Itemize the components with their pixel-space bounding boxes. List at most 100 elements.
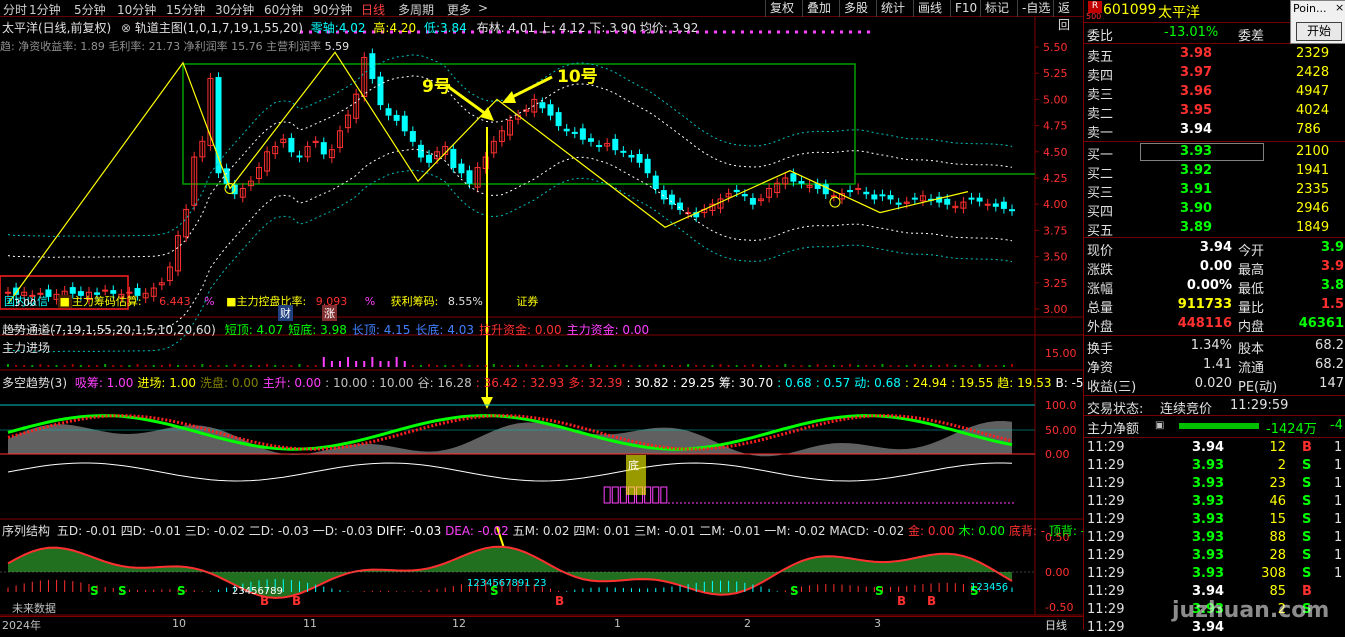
mainforce-bar (104, 364, 107, 367)
stat-label-chips: 主力筹码 (71, 295, 116, 308)
period-tab-0[interactable]: 分时 (3, 1, 27, 18)
stat-label-estimate: 估算: (115, 295, 142, 308)
mainforce-bar (727, 365, 730, 367)
period-tab-1[interactable]: 1分钟 (29, 1, 61, 18)
candles-group (5, 48, 1015, 305)
arrow-9-line (445, 83, 491, 119)
mainforce-bar (857, 365, 860, 367)
buy-row-1[interactable]: 买二 3.92 1941 (1084, 162, 1345, 182)
mainforce-bar (249, 365, 252, 367)
ls-item-3: 主升: 0.00 (262, 376, 322, 390)
main-force-title[interactable]: 主力进场 (2, 339, 50, 356)
sell-row-4[interactable]: 卖一 3.94 786 (1084, 121, 1345, 141)
tick-side: S (1302, 476, 1312, 491)
stat-label-2: 量比 (1238, 301, 1265, 316)
sell-row-1[interactable]: 卖四 3.97 2428 (1084, 64, 1345, 84)
long-short-header: 多空趋势(3) 吸筹: 1.00 进场: 1.00 洗盘: 0.00 主升: 0.00… (2, 374, 1103, 391)
mainforce-bar (614, 365, 617, 367)
stat-label-2: 最高 (1238, 263, 1265, 278)
mainforce-bar (541, 365, 544, 367)
buy1-highlight-box (1140, 143, 1264, 161)
period-tab-multi[interactable]: 多周期 (398, 1, 434, 18)
rise-marker[interactable]: 涨 (322, 305, 337, 321)
f10-button[interactable]: F10 (950, 0, 981, 17)
watchlist-button[interactable]: -自选 (1017, 0, 1054, 17)
mainforce-bar (444, 365, 447, 367)
mainforce-bar (557, 364, 560, 367)
main-bottom-stats: 国内以信 ■ 主力筹码估算: 6.443 % ■主力控盘比率: 9.093 % 获… (4, 295, 539, 308)
popup-title: Poin... (1293, 2, 1327, 15)
mark-button[interactable]: 标记 (980, 0, 1013, 17)
period-tab-7[interactable]: 90分钟 (313, 1, 352, 18)
overlay-button[interactable]: 叠加 (802, 0, 835, 17)
period-tab-2[interactable]: 5分钟 (74, 1, 106, 18)
period-tab-active[interactable]: 日线 (361, 1, 385, 18)
index-mark: 500 (1086, 12, 1102, 21)
tick-price: 3.93 (1192, 458, 1225, 473)
sell-row-0[interactable]: 卖五 3.98 2329 (1084, 45, 1345, 65)
sell-row-2[interactable]: 卖三 3.96 4947 (1084, 83, 1345, 103)
popup-start-button[interactable]: 开始 (1296, 22, 1342, 41)
y-tick-label: 3.25 (1043, 277, 1068, 290)
buy-row-3[interactable]: 买四 3.90 2946 (1084, 200, 1345, 220)
stock-name: 太平洋 (1158, 5, 1200, 21)
mainforce-bar (120, 365, 123, 367)
y-tick-label: 4.25 (1043, 172, 1068, 185)
trend-title[interactable]: 趋势通道(7,19,1,55,20,1,5,10,20,60) (2, 323, 216, 337)
time-label-5: 2 (744, 617, 751, 630)
ls-item-9: 多: 32.39 (568, 376, 623, 390)
buy-row-4[interactable]: 买五 3.89 1849 (1084, 219, 1345, 239)
ls-y-tick-label: 0.00 (1045, 448, 1070, 461)
long-short-title[interactable]: 多空趋势(3) (2, 376, 67, 390)
popup-close-icon[interactable]: × (1335, 1, 1344, 14)
indicator-name[interactable]: 轨道主图(1,0,1,7,19,1,55,20) (135, 21, 303, 35)
quote-panel: R 500 601099 太平洋 委比 -13.01% 委差 卖五 3.98 232… (1083, 0, 1345, 635)
candle-body (968, 197, 975, 200)
mainforce-bar (792, 365, 795, 367)
y-tick-label: 4.50 (1043, 146, 1068, 159)
period-tab-4[interactable]: 15分钟 (166, 1, 205, 18)
seq-count-text3: 23456789 (232, 586, 283, 597)
mainforce-bar (994, 365, 997, 367)
sequence-title[interactable]: 序列结构 (2, 524, 50, 538)
buy-row-2[interactable]: 买三 3.91 2335 (1084, 181, 1345, 201)
net-flow-dropdown-icon[interactable]: ▣ (1155, 420, 1164, 431)
tick-side: S (1302, 566, 1312, 581)
back-button[interactable]: 返回 (1053, 0, 1083, 32)
settings-gear-icon[interactable]: ⊗ (121, 21, 131, 35)
tick-price: 3.94 (1192, 440, 1225, 455)
tick-row: 11:29 3.93 28 S 1 (1084, 547, 1345, 565)
mainforce-bar (492, 364, 495, 367)
period-tab-more[interactable]: 更多 (447, 1, 471, 18)
mainforce-bar (606, 365, 609, 367)
statistics-button[interactable]: 统计 (876, 0, 909, 17)
candle-body (288, 137, 295, 153)
period-tab-6[interactable]: 60分钟 (264, 1, 303, 18)
period-tab-3[interactable]: 10分钟 (117, 1, 156, 18)
mainforce-bar (411, 365, 414, 367)
nav-arrow-icon[interactable]: > (478, 1, 488, 15)
sell-label: 卖三 (1087, 88, 1114, 103)
pointer-popup[interactable]: Poin... × 开始 (1290, 0, 1345, 44)
tick-side: S (1302, 512, 1312, 527)
mainforce-bar (476, 365, 479, 367)
mainforce-bar (549, 365, 552, 367)
buy-volume: 2100 (1296, 144, 1330, 159)
mainforce-bar (387, 361, 390, 367)
mainforce-bar (970, 365, 973, 367)
stat-value-estimate: 6.443 (159, 295, 191, 308)
mainforce-bar (849, 364, 852, 367)
draw-line-button[interactable]: 画线 (913, 0, 946, 17)
sell-row-3[interactable]: 卖二 3.95 4024 (1084, 102, 1345, 122)
restore-rights-button[interactable]: 复权 (765, 0, 798, 17)
tick-side: S (1302, 494, 1312, 509)
period-tab-5[interactable]: 30分钟 (215, 1, 254, 18)
period-label[interactable]: 日线 (1045, 617, 1067, 633)
tick-row: 11:29 3.93 2 S 1 (1084, 457, 1345, 475)
finance-marker[interactable]: 财 (278, 305, 293, 321)
zero-axis-label: 零轴: (310, 21, 339, 35)
mainforce-bar (978, 364, 981, 367)
stat-row-2: 涨幅 0.00% 最低 3.8 (1084, 277, 1345, 297)
multi-stock-button[interactable]: 多股 (839, 0, 872, 17)
stat-label-control: 主力控盘比率: (236, 295, 307, 308)
